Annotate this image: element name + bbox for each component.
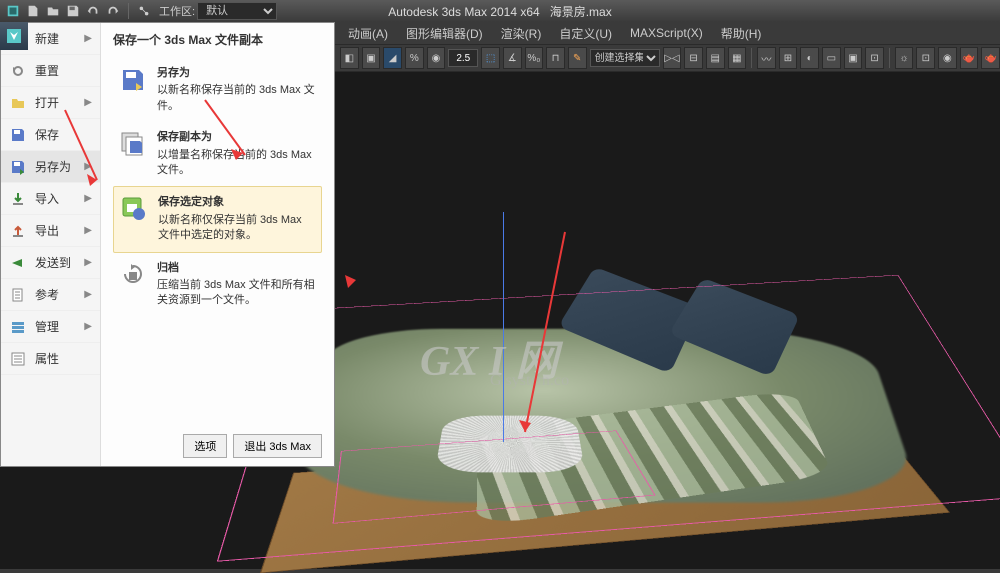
render-setup-icon[interactable]: ▣: [844, 47, 863, 69]
edit-icon[interactable]: ✎: [568, 47, 587, 69]
menu-help[interactable]: 帮助(H): [713, 23, 770, 44]
separator: [889, 48, 890, 68]
menu-item-reference[interactable]: 参考 ▶: [1, 279, 100, 311]
angle-icon[interactable]: ∡: [503, 47, 522, 69]
menu-label: 导入: [35, 190, 59, 207]
render-frame-icon[interactable]: ⊡: [865, 47, 884, 69]
menu-item-export[interactable]: 导出 ▶: [1, 215, 100, 247]
menu-maxscript[interactable]: MAXScript(X): [622, 24, 711, 42]
properties-icon: [9, 350, 27, 368]
chevron-right-icon: ▶: [84, 289, 92, 300]
send-to-icon: [9, 254, 27, 272]
app-menu-submenu: 保存一个 3ds Max 文件副本 另存为 以新名称保存当前的 3ds Max …: [101, 23, 334, 466]
redo-icon[interactable]: [104, 2, 122, 20]
submenu-text: 保存选定对象 以新名称仅保存当前 3ds Max 文件中选定的对象。: [158, 195, 315, 243]
workspace-select[interactable]: 默认: [197, 2, 277, 20]
link-icon[interactable]: [135, 2, 153, 20]
menu-rendering[interactable]: 渲染(R): [493, 23, 550, 44]
menu-animation[interactable]: 动画(A): [340, 23, 396, 44]
reference-icon: [9, 286, 27, 304]
snap-toggle-icon[interactable]: ⬚: [481, 47, 500, 69]
app-menu-footer: 选项 退出 3ds Max: [183, 434, 322, 458]
save-copy-icon: [119, 130, 147, 158]
save-selected-icon: [120, 195, 148, 223]
chevron-right-icon: ▶: [84, 321, 92, 332]
menu-item-properties[interactable]: 属性: [1, 343, 100, 375]
app-menu-button[interactable]: [0, 22, 28, 50]
submenu-title: 保存一个 3ds Max 文件副本: [113, 31, 322, 48]
tool-icon[interactable]: ◉: [427, 47, 446, 69]
chevron-right-icon: ▶: [84, 257, 92, 268]
teapot-icon[interactable]: 🫖: [981, 47, 1000, 69]
chevron-right-icon: ▶: [84, 225, 92, 236]
quick-access-toolbar: 工作区: 默认 Autodesk 3ds Max 2014 x64 海景房.ma…: [0, 0, 1000, 22]
save-as-icon: [9, 158, 27, 176]
open-icon[interactable]: [44, 2, 62, 20]
tool-icon[interactable]: ▦: [728, 47, 747, 69]
save-icon[interactable]: [64, 2, 82, 20]
menu-label: 属性: [35, 350, 59, 367]
mirror-icon[interactable]: ▷◁: [663, 47, 682, 69]
menu-label: 保存: [35, 126, 59, 143]
render-icon[interactable]: ◉: [938, 47, 957, 69]
spinner-value[interactable]: [448, 49, 478, 67]
open-folder-icon: [9, 94, 27, 112]
workspace-label: 工作区:: [159, 3, 195, 19]
align-icon[interactable]: ⊟: [684, 47, 703, 69]
submenu-save-selected[interactable]: 保存选定对象 以新名称仅保存当前 3ds Max 文件中选定的对象。: [113, 186, 322, 252]
curve-editor-icon[interactable]: 〰: [757, 47, 776, 69]
archive-icon: [119, 261, 147, 289]
menu-item-reset[interactable]: 重置: [1, 55, 100, 87]
app-logo-icon[interactable]: [4, 2, 22, 20]
teapot-icon[interactable]: 🫖: [960, 47, 979, 69]
menu-item-send-to[interactable]: 发送到 ▶: [1, 247, 100, 279]
submenu-archive[interactable]: 归档 压缩当前 3ds Max 文件和所有相关资源到一个文件。: [113, 253, 322, 317]
exit-button[interactable]: 退出 3ds Max: [233, 434, 322, 458]
menu-label: 打开: [35, 94, 59, 111]
separator: [128, 3, 129, 19]
render-icon[interactable]: ⊡: [916, 47, 935, 69]
chevron-right-icon: ▶: [84, 33, 92, 44]
schematic-icon[interactable]: ⊞: [779, 47, 798, 69]
options-button[interactable]: 选项: [183, 434, 227, 458]
undo-icon[interactable]: [84, 2, 102, 20]
angle-snap-icon[interactable]: ◢: [383, 47, 402, 69]
app-menu-panel: 新建 ▶ 重置 打开 ▶ 保存 另存为 ▶ 导入 ▶ 导出 ▶: [0, 22, 335, 467]
menu-label: 参考: [35, 286, 59, 303]
render-icon[interactable]: ☼: [895, 47, 914, 69]
annotation-arrow: [65, 110, 115, 200]
menu-label: 管理: [35, 318, 59, 335]
annotation-arrow: [195, 95, 255, 165]
annotation-arrow: [510, 232, 590, 462]
selection-set-select[interactable]: 创建选择集: [590, 49, 660, 67]
separator: [751, 48, 752, 68]
magnet-icon[interactable]: ⊓: [546, 47, 565, 69]
submenu-text: 归档 压缩当前 3ds Max 文件和所有相关资源到一个文件。: [157, 261, 316, 309]
chevron-right-icon: ▶: [84, 97, 92, 108]
layer-icon[interactable]: ▤: [706, 47, 725, 69]
menu-label: 导出: [35, 222, 59, 239]
save-disk-icon: [9, 126, 27, 144]
menu-label: 新建: [35, 30, 59, 47]
menu-item-manage[interactable]: 管理 ▶: [1, 311, 100, 343]
percent-snap-icon[interactable]: %: [405, 47, 424, 69]
menu-label: 发送到: [35, 254, 71, 271]
tool-icon[interactable]: ▣: [362, 47, 381, 69]
tool-icon[interactable]: ◧: [340, 47, 359, 69]
app-title: Autodesk 3ds Max 2014 x64 海景房.max: [388, 3, 611, 20]
menu-label: 重置: [35, 62, 59, 79]
menu-graph-editors[interactable]: 图形编辑器(D): [398, 23, 491, 44]
tool-icon[interactable]: ▭: [822, 47, 841, 69]
percent-icon[interactable]: %₀: [525, 47, 544, 69]
menu-customize[interactable]: 自定义(U): [551, 23, 620, 44]
reset-icon: [9, 62, 27, 80]
new-icon[interactable]: [24, 2, 42, 20]
import-icon: [9, 190, 27, 208]
manage-icon: [9, 318, 27, 336]
save-as-icon: [119, 66, 147, 94]
material-icon[interactable]: ◐: [800, 47, 819, 69]
export-icon: [9, 222, 27, 240]
app-menu-sidebar: 新建 ▶ 重置 打开 ▶ 保存 另存为 ▶ 导入 ▶ 导出 ▶: [1, 23, 101, 466]
